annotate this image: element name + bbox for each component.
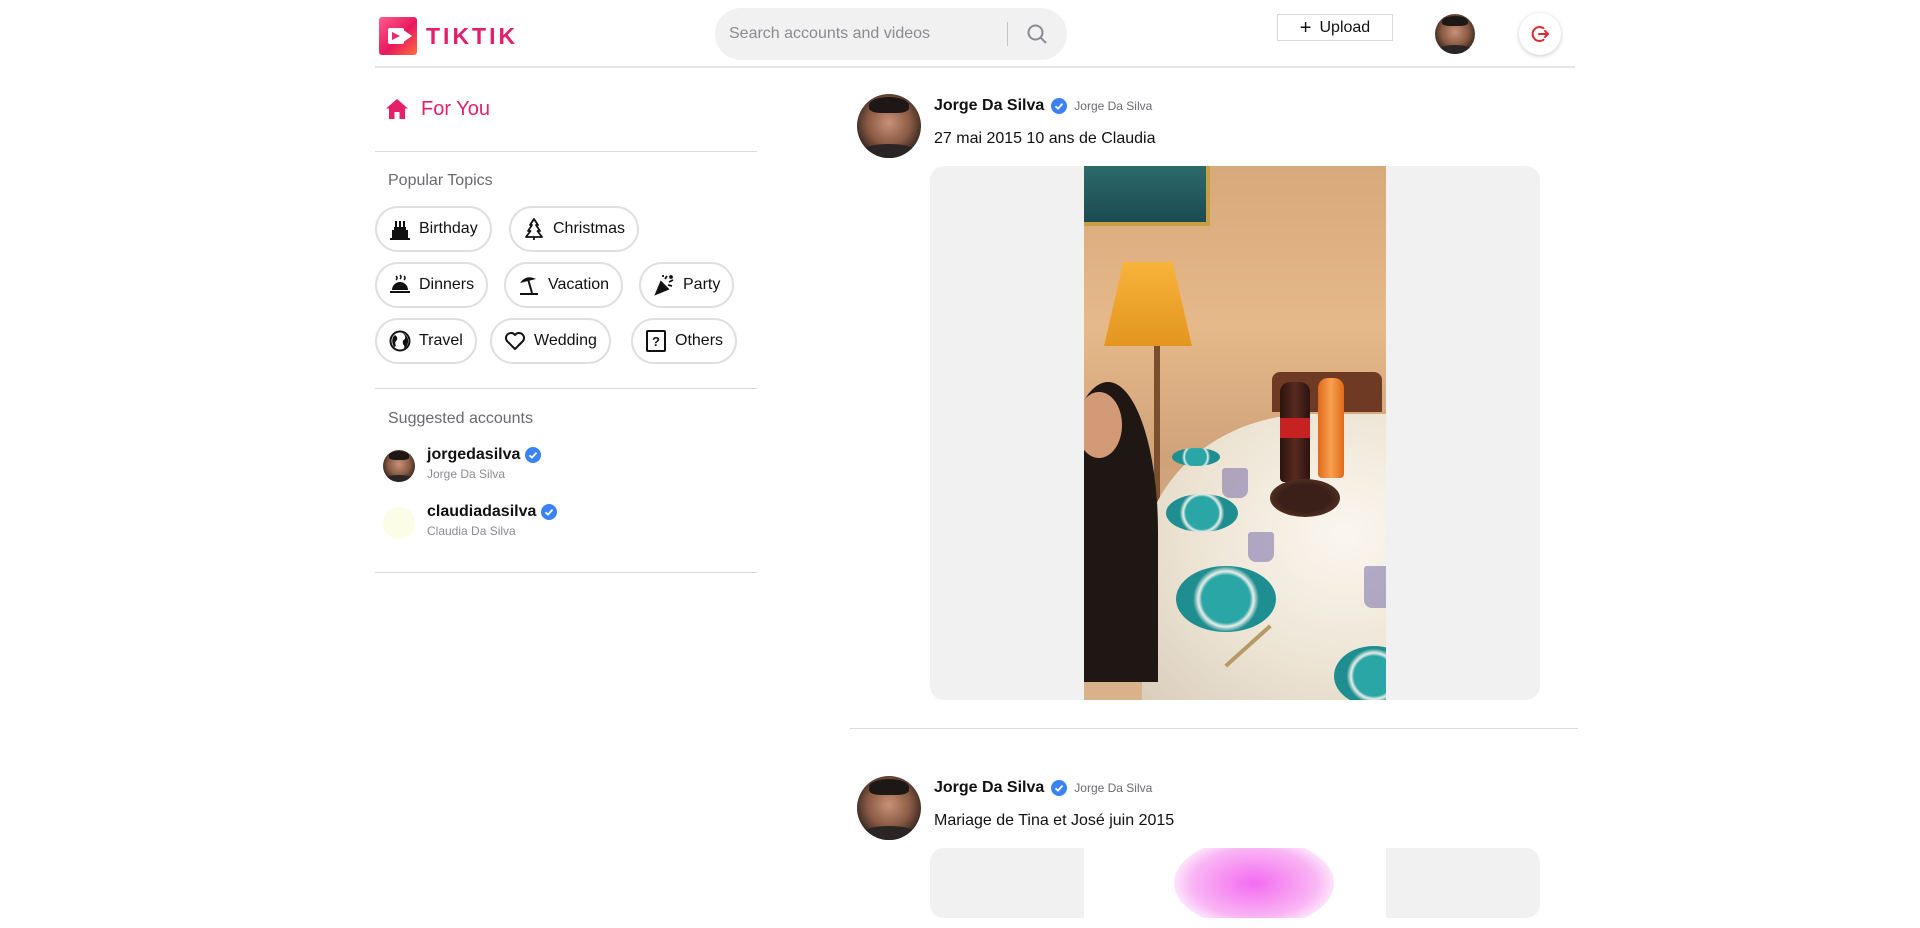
logo-text: TIKTIK bbox=[426, 22, 519, 49]
topic-party[interactable]: Party bbox=[639, 262, 735, 308]
upload-label: Upload bbox=[1319, 18, 1371, 36]
popular-topics-title: Popular Topics bbox=[388, 172, 493, 189]
search-bar bbox=[715, 8, 1067, 60]
video-post: Jorge Da Silva Jorge Da Silva 27 mai 201… bbox=[850, 94, 1578, 704]
video-thumbnail bbox=[1174, 848, 1334, 918]
post-caption: 27 mai 2015 10 ans de Claudia bbox=[934, 130, 1156, 147]
topic-vacation[interactable]: Vacation bbox=[504, 262, 624, 308]
question-box-icon: ? bbox=[646, 330, 666, 352]
post-author[interactable]: Jorge Da Silva Jorge Da Silva bbox=[934, 97, 1152, 115]
topic-wedding[interactable]: Wedding bbox=[490, 318, 611, 364]
account-username: claudiadasilva bbox=[427, 503, 537, 520]
topic-dinners[interactable]: Dinners bbox=[375, 262, 489, 308]
post-author-name: Jorge Da Silva bbox=[934, 779, 1045, 796]
sidebar-item-for-you[interactable]: For You bbox=[385, 94, 490, 124]
post-author-handle: Jorge Da Silva bbox=[1074, 99, 1153, 113]
video-container bbox=[930, 166, 1540, 700]
search-input[interactable] bbox=[729, 8, 999, 60]
for-you-label: For You bbox=[421, 97, 490, 120]
verified-icon bbox=[541, 504, 558, 520]
post-author-handle: Jorge Da Silva bbox=[1074, 781, 1153, 795]
post-author[interactable]: Jorge Da Silva Jorge Da Silva bbox=[934, 779, 1152, 797]
topic-others[interactable]: ? Others bbox=[631, 318, 738, 364]
beach-umbrella-icon bbox=[520, 277, 538, 295]
search-divider bbox=[1007, 22, 1008, 46]
globe-icon bbox=[389, 330, 411, 352]
post-author-avatar[interactable] bbox=[857, 94, 921, 158]
verified-icon bbox=[1051, 780, 1068, 796]
topic-label: Christmas bbox=[553, 220, 626, 237]
christmas-tree-icon bbox=[525, 218, 543, 240]
account-full-name: Jorge Da Silva bbox=[427, 467, 506, 481]
topic-travel[interactable]: Travel bbox=[375, 318, 477, 364]
post-divider bbox=[850, 728, 1578, 729]
video-post: Jorge Da Silva Jorge Da Silva Mariage de… bbox=[850, 776, 1578, 928]
account-full-name: Claudia Da Silva bbox=[427, 524, 516, 538]
top-header: TIKTIK + Upload bbox=[375, 0, 1575, 68]
logout-icon bbox=[1531, 26, 1550, 42]
post-caption: Mariage de Tina et José juin 2015 bbox=[934, 812, 1175, 829]
topic-label: Party bbox=[683, 276, 721, 293]
search-icon[interactable] bbox=[1025, 22, 1049, 46]
video-player[interactable] bbox=[1084, 848, 1386, 918]
sidebar-divider bbox=[375, 388, 757, 389]
suggested-account-claudiadasilva[interactable]: claudiadasilva Claudia Da Silva bbox=[383, 503, 558, 543]
heart-icon bbox=[505, 332, 525, 350]
logo[interactable]: TIKTIK bbox=[379, 17, 518, 55]
topic-birthday[interactable]: Birthday bbox=[375, 206, 492, 252]
verified-icon bbox=[1051, 98, 1068, 114]
topic-label: Others bbox=[675, 332, 724, 349]
avatar bbox=[383, 507, 415, 539]
plus-icon: + bbox=[1299, 16, 1312, 39]
account-username: jorgedasilva bbox=[427, 446, 521, 463]
dinner-cloche-icon bbox=[390, 274, 410, 293]
suggested-account-jorgedasilva[interactable]: jorgedasilva Jorge Da Silva bbox=[383, 446, 542, 486]
avatar bbox=[383, 450, 415, 482]
upload-button[interactable]: + Upload bbox=[1277, 14, 1393, 41]
user-avatar[interactable] bbox=[1435, 14, 1475, 54]
post-author-avatar[interactable] bbox=[857, 776, 921, 840]
sidebar-divider bbox=[375, 151, 757, 152]
party-popper-icon bbox=[654, 275, 674, 296]
topic-label: Travel bbox=[419, 332, 463, 349]
svg-text:?: ? bbox=[652, 334, 660, 349]
topic-label: Dinners bbox=[419, 276, 475, 293]
birthday-cake-icon bbox=[390, 221, 410, 240]
topic-label: Vacation bbox=[548, 276, 610, 293]
topic-label: Birthday bbox=[419, 220, 478, 237]
topic-christmas[interactable]: Christmas bbox=[509, 206, 640, 252]
video-container bbox=[930, 848, 1540, 918]
verified-icon bbox=[525, 447, 542, 463]
home-icon bbox=[386, 99, 408, 119]
logo-icon bbox=[379, 17, 417, 55]
sidebar-divider bbox=[375, 572, 757, 573]
topic-label: Wedding bbox=[534, 332, 597, 349]
suggested-accounts-title: Suggested accounts bbox=[388, 410, 533, 427]
post-author-name: Jorge Da Silva bbox=[934, 97, 1045, 114]
video-player[interactable] bbox=[1084, 166, 1386, 700]
video-thumbnail bbox=[1084, 166, 1386, 700]
logout-button[interactable] bbox=[1519, 13, 1561, 55]
